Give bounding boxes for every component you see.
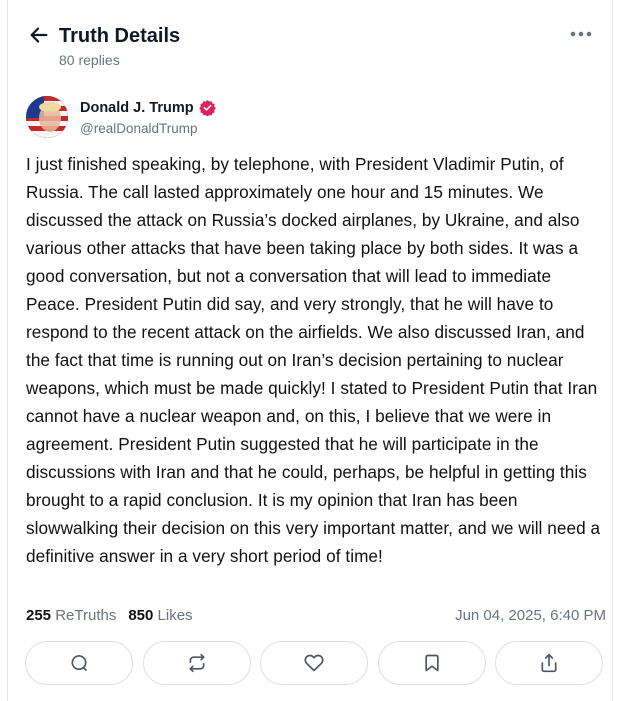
- arrow-left-icon[interactable]: [28, 24, 50, 46]
- like-button[interactable]: [260, 641, 368, 685]
- post-author: Donald J. Trump @realDonaldTrump: [26, 96, 594, 140]
- post-text: I just finished speaking, by telephone, …: [26, 154, 601, 566]
- bookmark-button[interactable]: [377, 641, 486, 685]
- page-header: Truth Details 80 replies: [8, 0, 612, 84]
- post-stats: 255 ReTruths 850 Likes: [26, 607, 193, 624]
- page-title: Truth Details: [59, 25, 181, 47]
- heart-icon: [304, 654, 324, 672]
- avatar-image: [26, 96, 68, 138]
- avatar[interactable]: [26, 96, 68, 138]
- likes-stat[interactable]: 850 Likes: [128, 607, 192, 624]
- share-icon: [541, 653, 557, 673]
- reply-count: 80 replies: [59, 52, 120, 68]
- likes-count: 850: [128, 607, 154, 624]
- post-timestamp: Jun 04, 2025, 6:40 PM: [455, 607, 606, 624]
- bookmark-icon: [424, 654, 439, 672]
- reply-button[interactable]: [25, 641, 133, 685]
- repost-icon: [189, 653, 204, 673]
- more-horizontal-icon[interactable]: [570, 28, 592, 40]
- comment-icon: [71, 655, 87, 671]
- share-button[interactable]: [495, 641, 603, 685]
- author-name-row: Donald J. Trump: [80, 99, 216, 116]
- retruth-button[interactable]: [142, 641, 251, 685]
- truth-details-card: Truth Details 80 replies Donald J. Trump…: [7, 0, 613, 701]
- post-actions: [25, 641, 603, 687]
- likes-label: Likes: [157, 607, 193, 624]
- retruths-label: ReTruths: [55, 607, 117, 624]
- verified-badge-icon: [198, 100, 216, 116]
- author-handle[interactable]: @realDonaldTrump: [80, 121, 198, 136]
- author-name[interactable]: Donald J. Trump: [80, 100, 194, 116]
- retruths-count: 255: [26, 607, 52, 624]
- retruths-stat[interactable]: 255 ReTruths: [26, 607, 116, 624]
